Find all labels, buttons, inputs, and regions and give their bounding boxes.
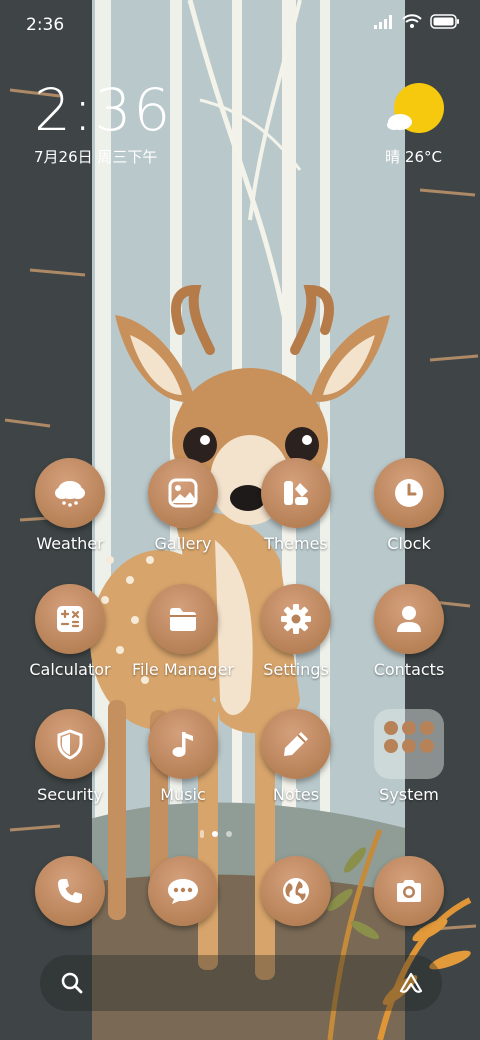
dock-camera[interactable] bbox=[354, 856, 464, 926]
app-label: Weather bbox=[36, 534, 104, 553]
status-icons bbox=[374, 14, 460, 29]
page-indicator[interactable] bbox=[200, 830, 232, 838]
app-system-folder[interactable]: System bbox=[354, 709, 464, 804]
dock-phone[interactable] bbox=[15, 856, 125, 926]
assistant-icon[interactable] bbox=[398, 971, 424, 995]
page-dot[interactable] bbox=[226, 831, 232, 837]
page-dot-active[interactable] bbox=[212, 831, 218, 837]
calculator-icon bbox=[57, 606, 83, 632]
big-clock-time: 2:36 bbox=[34, 76, 173, 144]
themes-icon bbox=[284, 481, 308, 505]
camera-icon bbox=[397, 880, 421, 902]
folder-grid-icon bbox=[374, 709, 444, 779]
gear-icon bbox=[281, 604, 311, 634]
app-settings[interactable]: Settings bbox=[241, 584, 351, 679]
person-icon bbox=[397, 606, 421, 632]
status-time: 2:36 bbox=[26, 15, 65, 35]
app-label: Themes bbox=[264, 534, 328, 553]
app-label: Gallery bbox=[154, 534, 212, 553]
page-dot[interactable] bbox=[200, 830, 204, 838]
wifi-icon bbox=[402, 14, 422, 28]
weather-widget[interactable] bbox=[386, 82, 444, 144]
browser-globe-icon bbox=[283, 878, 309, 904]
cloud-rain-icon bbox=[55, 481, 85, 507]
app-label: Security bbox=[37, 785, 103, 804]
app-label: Music bbox=[160, 785, 206, 804]
signal-icon bbox=[374, 14, 392, 29]
music-note-icon bbox=[172, 732, 193, 757]
app-clock[interactable]: Clock bbox=[354, 458, 464, 553]
date-text: 7月26日 周三下午 bbox=[34, 148, 158, 166]
sun-cloud-icon bbox=[387, 83, 444, 133]
app-gallery[interactable]: Gallery bbox=[128, 458, 238, 553]
app-label: System bbox=[379, 785, 439, 804]
app-calculator[interactable]: Calculator bbox=[15, 584, 125, 679]
home-screen: 2:36 2:36 7月26日 周三下午 晴 26°C Weather Gall… bbox=[0, 0, 480, 1040]
app-label: Settings bbox=[263, 660, 329, 679]
dock-messages[interactable] bbox=[128, 856, 238, 926]
app-label: File Manager bbox=[132, 660, 234, 679]
shield-icon bbox=[57, 729, 83, 760]
weather-text: 晴 26°C bbox=[385, 148, 442, 166]
app-themes[interactable]: Themes bbox=[241, 458, 351, 553]
app-music[interactable]: Music bbox=[128, 709, 238, 804]
app-security[interactable]: Security bbox=[15, 709, 125, 804]
app-file-manager[interactable]: File Manager bbox=[128, 584, 238, 679]
app-label: Clock bbox=[387, 534, 431, 553]
clock-icon bbox=[395, 479, 423, 507]
message-icon bbox=[168, 879, 198, 904]
clock-widget[interactable]: 2:36 7月26日 周三下午 bbox=[34, 78, 172, 167]
search-bar[interactable] bbox=[40, 955, 442, 1011]
phone-icon bbox=[58, 879, 82, 903]
app-label: Contacts bbox=[373, 660, 445, 679]
search-icon[interactable] bbox=[60, 971, 84, 995]
app-label: Notes bbox=[272, 785, 320, 804]
dock-browser[interactable] bbox=[241, 856, 351, 926]
status-bar: 2:36 bbox=[0, 0, 480, 50]
app-notes[interactable]: Notes bbox=[241, 709, 351, 804]
folder-icon bbox=[170, 608, 196, 631]
pencil-icon bbox=[284, 732, 308, 756]
picture-icon bbox=[168, 478, 198, 508]
battery-icon bbox=[430, 14, 459, 29]
app-label: Calculator bbox=[29, 660, 111, 679]
app-contacts[interactable]: Contacts bbox=[354, 584, 464, 679]
app-weather[interactable]: Weather bbox=[15, 458, 125, 553]
